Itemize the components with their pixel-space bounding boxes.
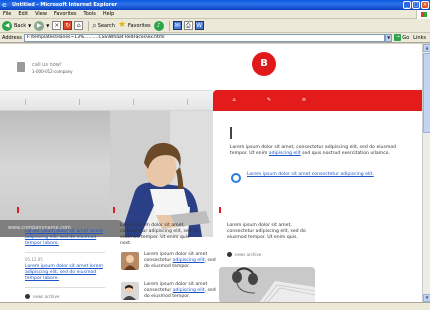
thumbnail-image bbox=[121, 282, 139, 300]
thumbnail-link[interactable]: adipiscing elit bbox=[173, 258, 205, 263]
favorites-button[interactable]: ★ Favorites bbox=[118, 21, 151, 30]
news-date: 05.12.05 bbox=[25, 222, 43, 227]
intro-link[interactable]: adipiscing elit bbox=[269, 151, 301, 156]
column-marker bbox=[113, 207, 115, 213]
column-marker bbox=[17, 207, 19, 213]
media-icon[interactable]: ♪ bbox=[153, 20, 164, 31]
column-text: Lorem ipsum dolor sit amet, consectetur … bbox=[120, 223, 199, 246]
status-bar bbox=[0, 302, 430, 310]
address-label: Address bbox=[2, 34, 22, 41]
home-nav-icon[interactable]: ⌂ bbox=[231, 97, 237, 103]
sitemap-nav-icon[interactable]: ≡ bbox=[301, 97, 307, 103]
menu-help[interactable]: Help bbox=[103, 11, 114, 17]
intro-text: Lorem ipsum dolor sit amet, consectetur … bbox=[230, 145, 405, 157]
search-label: Search bbox=[97, 22, 115, 29]
phone-icon bbox=[17, 62, 25, 72]
refresh-icon[interactable]: ↻ bbox=[63, 21, 73, 30]
menu-file[interactable]: File bbox=[3, 11, 11, 17]
stop-icon[interactable]: × bbox=[52, 21, 62, 30]
news-archive-link[interactable]: news archive bbox=[227, 252, 261, 257]
back-label: Back bbox=[14, 22, 27, 29]
ring-link[interactable]: Lorem ipsum dolor sit amet consectetur a… bbox=[247, 172, 417, 178]
address-bar: Address F:\templates\Hanes~13%..........… bbox=[0, 33, 430, 43]
woman-with-laptop-image bbox=[110, 111, 213, 237]
news-date: 05.12.05 bbox=[25, 257, 43, 262]
toolbar-separator bbox=[168, 20, 170, 31]
forward-arrow-icon: ▶ bbox=[34, 20, 45, 31]
go-label: Go bbox=[402, 34, 410, 41]
intro-marker bbox=[230, 127, 232, 139]
mail-nav-icon[interactable]: ✎ bbox=[266, 97, 272, 103]
nav-divider bbox=[79, 99, 80, 105]
scroll-up-icon[interactable]: ▲ bbox=[423, 44, 430, 52]
links-label[interactable]: Links bbox=[413, 35, 426, 41]
forward-button[interactable]: ▶ ▼ bbox=[34, 20, 50, 31]
favorites-label: Favorites bbox=[128, 22, 151, 29]
news-archive-label: news archive bbox=[235, 252, 262, 257]
address-input[interactable]: F:\templates\Hanes~13%..........CSS\Whaa… bbox=[23, 33, 386, 42]
site-logo[interactable]: B bbox=[252, 52, 276, 76]
bullet-icon bbox=[227, 252, 232, 257]
nav-divider bbox=[25, 99, 26, 105]
vertical-scrollbar[interactable]: ▲ ▼ bbox=[422, 44, 430, 302]
news-archive-label: news archive bbox=[33, 294, 60, 299]
print-icon[interactable]: ⎙ bbox=[183, 21, 193, 30]
news-link[interactable]: Lorem ipsum dolor sit amet lorem adipisc… bbox=[25, 229, 105, 247]
nav-divider bbox=[133, 99, 134, 105]
edit-icon[interactable]: W bbox=[194, 21, 204, 30]
menu-favorites[interactable]: Favorites bbox=[54, 11, 77, 17]
minimize-button[interactable]: _ bbox=[403, 1, 411, 9]
scroll-thumb[interactable] bbox=[423, 53, 430, 133]
page-viewport: call us now! 1-000-012-company B ⌂ ✎ ≡ w… bbox=[0, 44, 422, 302]
menu-view[interactable]: View bbox=[35, 11, 47, 17]
nav-strip bbox=[0, 90, 213, 111]
nav-divider bbox=[187, 99, 188, 105]
chevron-down-icon: ▼ bbox=[28, 23, 32, 28]
hero-banner: www.companyname.com bbox=[0, 111, 213, 237]
news-divider bbox=[25, 252, 105, 253]
thumbnail-link[interactable]: adipiscing elit bbox=[173, 288, 205, 293]
address-dropdown-icon[interactable]: ▼ bbox=[385, 33, 393, 42]
internet-explorer-icon: e bbox=[2, 1, 7, 9]
thumbnail-image bbox=[121, 252, 139, 270]
thumbnail-text: Lorem ipsum dolor sit amet consectetur a… bbox=[144, 282, 217, 300]
headset-keyboard-image bbox=[219, 267, 315, 303]
news-item: 05.12.05 Lorem ipsum dolor sit amet lore… bbox=[25, 222, 105, 247]
window-title: Untitled - Microsoft Internet Explorer bbox=[12, 2, 118, 8]
windows-logo-icon bbox=[416, 10, 430, 19]
close-button[interactable]: × bbox=[421, 1, 429, 9]
star-icon: ★ bbox=[117, 20, 127, 30]
search-icon: ⌕ bbox=[92, 20, 97, 30]
home-icon[interactable]: ⌂ bbox=[74, 21, 84, 30]
nav-icons-bar: ⌂ ✎ ≡ bbox=[213, 90, 422, 111]
news-archive-link[interactable]: news archive bbox=[25, 294, 59, 299]
browser-toolbar: ◀ Back ▼ ▶ ▼ × ↻ ⌂ ⌕ Search ★ Favorites … bbox=[0, 19, 430, 33]
go-button[interactable]: → Go bbox=[394, 34, 409, 41]
window-controls: _ □ × bbox=[403, 1, 429, 9]
column-text: Lorem ipsum dolor sit amet, consectetur … bbox=[227, 223, 306, 240]
call-label: call us now! bbox=[32, 62, 62, 68]
go-arrow-icon: → bbox=[394, 34, 402, 41]
news-item: 05.12.05 Lorem ipsum dolor sit amet lore… bbox=[25, 257, 105, 282]
news-divider bbox=[25, 287, 105, 288]
column-marker bbox=[219, 207, 221, 213]
call-number: 1-000-012-company bbox=[32, 69, 73, 74]
menu-tools[interactable]: Tools bbox=[84, 11, 96, 17]
scroll-down-icon[interactable]: ▼ bbox=[423, 294, 430, 302]
news-link[interactable]: Lorem ipsum dolor sit amet lorem adipisc… bbox=[25, 264, 105, 282]
mail-icon[interactable]: ✉ bbox=[172, 21, 182, 30]
bullet-icon bbox=[25, 294, 30, 299]
back-arrow-icon: ◀ bbox=[2, 20, 12, 31]
thumbnail-text: Lorem ipsum dolor sit amet consectetur a… bbox=[144, 252, 217, 270]
chevron-down-icon: ▼ bbox=[46, 23, 50, 28]
toolbar-separator bbox=[88, 20, 90, 31]
ring-icon bbox=[231, 173, 241, 183]
menu-bar: File Edit View Favorites Tools Help bbox=[0, 10, 430, 19]
intro-text-part: sed quis nostrud exercitation ullamco. bbox=[300, 151, 390, 156]
window-title-bar: e Untitled - Microsoft Internet Explorer… bbox=[0, 0, 430, 10]
back-button[interactable]: ◀ Back ▼ bbox=[2, 20, 32, 31]
maximize-button[interactable]: □ bbox=[412, 1, 420, 9]
menu-edit[interactable]: Edit bbox=[18, 11, 28, 17]
search-button[interactable]: ⌕ Search bbox=[92, 20, 115, 30]
